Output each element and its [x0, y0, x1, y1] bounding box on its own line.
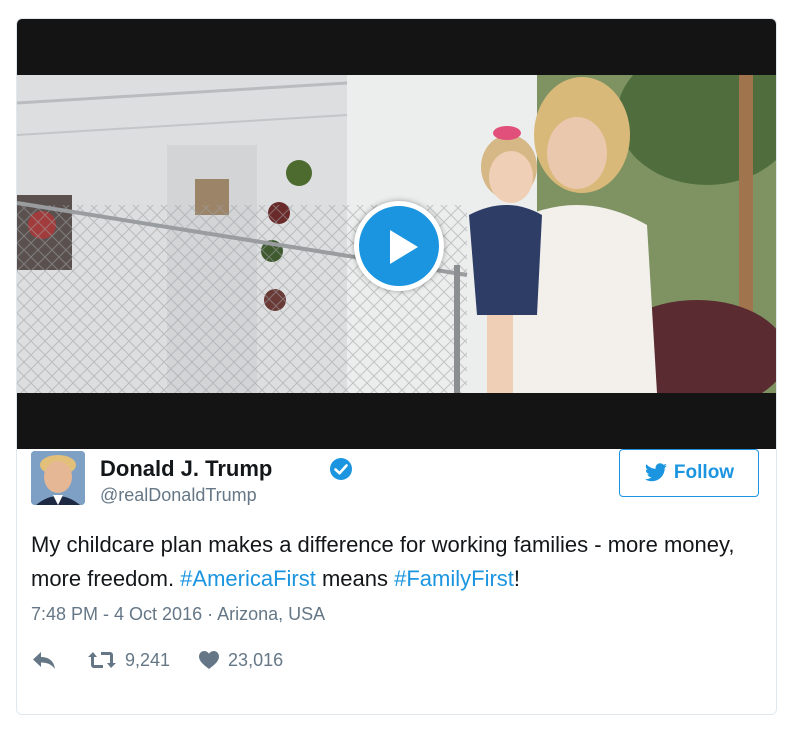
retweet-button[interactable]: 9,241: [87, 650, 170, 671]
meta-separator: ·: [202, 604, 218, 624]
follow-label: Follow: [673, 462, 735, 483]
avatar[interactable]: [31, 451, 85, 505]
play-icon: [390, 230, 418, 264]
retweet-count: 9,241: [125, 649, 171, 670]
hashtag-link[interactable]: #AmericaFirst: [180, 566, 316, 591]
tweet-header: Donald J. Trump @realDonaldTrump Follow: [31, 449, 759, 509]
verified-badge-icon: [330, 458, 352, 480]
tweet-text-part: means: [315, 566, 395, 591]
heart-icon: [199, 651, 220, 669]
tweet-text-part: !: [513, 566, 521, 591]
hashtag-link[interactable]: #FamilyFirst: [394, 566, 514, 591]
reply-icon: [33, 652, 55, 669]
location[interactable]: Arizona, USA: [217, 604, 325, 624]
author-name[interactable]: Donald J. Trump: [100, 456, 272, 482]
timestamp[interactable]: 7:48 PM - 4 Oct 2016: [31, 604, 202, 624]
author-handle[interactable]: @realDonaldTrump: [100, 485, 257, 506]
like-button[interactable]: 23,016: [198, 650, 283, 671]
video-player[interactable]: [17, 19, 776, 449]
twitter-bird-icon: [644, 463, 667, 482]
tweet-actions: 9,241 23,016: [31, 645, 283, 675]
play-button[interactable]: [354, 201, 444, 291]
like-count: 23,016: [228, 649, 284, 670]
tweet-text: My childcare plan makes a difference for…: [31, 528, 736, 596]
reply-button[interactable]: [31, 650, 57, 670]
follow-button[interactable]: Follow: [619, 449, 759, 497]
tweet-metadata: 7:48 PM - 4 Oct 2016 · Arizona, USA: [31, 604, 325, 625]
retweet-icon: [88, 652, 116, 668]
profile-photo: [31, 451, 85, 505]
